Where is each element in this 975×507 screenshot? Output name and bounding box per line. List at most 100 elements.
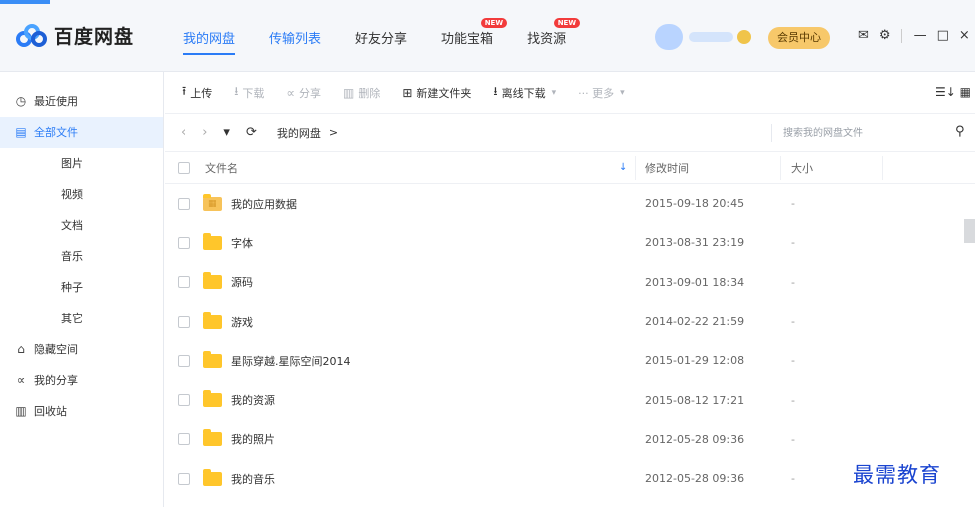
nav-tab-1[interactable]: 传输列表 — [269, 28, 321, 47]
file-table: 文件名 ↓ 修改时间 大小 我的应用数据 2015-09-18 20:45 - 字体 2… — [165, 152, 975, 498]
sidebar-item-recent[interactable]: ◷ 最近使用 — [0, 86, 163, 117]
share-button[interactable]: ∝ 分享 — [286, 85, 321, 101]
divider — [900, 28, 902, 43]
select-all-checkbox[interactable] — [178, 161, 190, 174]
sidebar-item-other[interactable]: 其它 — [0, 303, 163, 334]
user-area[interactable] — [655, 24, 751, 50]
file-name[interactable]: 源码 — [231, 274, 253, 290]
table-row[interactable]: 我的应用数据 2015-09-18 20:45 - — [165, 184, 975, 223]
search-icon[interactable]: ⚲ — [955, 124, 965, 139]
vip-center-button[interactable]: 会员中心 — [768, 27, 830, 49]
hidden-icon: ⌂ — [17, 342, 25, 356]
avatar[interactable] — [655, 24, 683, 50]
sidebar-item-label: 音乐 — [61, 250, 83, 263]
column-header-name[interactable]: 文件名 — [205, 160, 238, 176]
nav-tab-2[interactable]: 好友分享 — [355, 28, 407, 47]
file-name[interactable]: 星际穿越.星际空间2014 — [231, 353, 351, 369]
maximize-icon[interactable]: □ — [937, 28, 949, 43]
forward-arrow-icon[interactable]: › — [202, 125, 207, 140]
close-icon[interactable]: × — [959, 28, 970, 43]
recent-icon: ◷ — [15, 94, 27, 108]
file-name[interactable]: 我的资源 — [231, 392, 275, 408]
divider — [771, 124, 772, 142]
column-header-size[interactable]: 大小 — [791, 160, 813, 176]
column-header-time[interactable]: 修改时间 — [645, 160, 689, 176]
modified-time: 2015-08-12 17:21 — [645, 393, 745, 407]
delete-button[interactable]: ▥ 删除 — [343, 85, 380, 101]
username-blurred — [689, 32, 733, 42]
modified-time: 2015-09-18 20:45 — [645, 197, 745, 211]
sidebar-item-label: 全部文件 — [34, 126, 78, 139]
row-checkbox[interactable] — [178, 394, 190, 407]
search-input[interactable] — [783, 124, 953, 142]
minimize-icon[interactable]: — — [914, 28, 927, 43]
nav-tab-label: 我的网盘 — [183, 32, 236, 47]
file-size: - — [791, 432, 795, 446]
file-name[interactable]: 我的照片 — [231, 431, 275, 447]
trash-icon: ▥ — [15, 404, 27, 418]
table-row[interactable]: 字体 2013-08-31 23:19 - — [165, 223, 975, 262]
offline-download-button[interactable]: ⭳ 离线下载 ▾ — [493, 82, 556, 103]
sort-arrow-icon[interactable]: ↓ — [619, 162, 627, 173]
table-row[interactable]: 我的照片 2012-05-28 09:36 - — [165, 420, 975, 459]
nav-tab-3[interactable]: 功能宝箱 NEW — [441, 18, 508, 47]
breadcrumb[interactable]: 我的网盘 — [277, 125, 321, 141]
sidebar: ◷ 最近使用 ▤ 全部文件 图片 视频文档音乐种子其它 ⌂ 隐藏空间 ∝ 我的分享 ▥ 回收站 — [0, 72, 164, 507]
sidebar-item-all[interactable]: ▤ 全部文件 — [0, 117, 163, 148]
table-row[interactable]: 星际穿越.星际空间2014 2015-01-29 12:08 - — [165, 341, 975, 380]
file-size: - — [791, 354, 795, 368]
sidebar-item-torrents[interactable]: 种子 — [0, 272, 163, 303]
file-name[interactable]: 游戏 — [231, 314, 253, 330]
sidebar-item-hidden[interactable]: ⌂ 隐藏空间 — [0, 334, 163, 365]
refresh-icon[interactable]: ⟳ — [246, 125, 257, 140]
sidebar-item-music[interactable]: 音乐 — [0, 241, 163, 272]
table-row[interactable]: 我的资源 2015-08-12 17:21 - — [165, 380, 975, 419]
nav-tab-label: 传输列表 — [269, 32, 322, 47]
row-checkbox[interactable] — [178, 236, 190, 249]
view-toggle-icon[interactable]: ☰↓ ▦ — [935, 85, 971, 99]
row-checkbox[interactable] — [178, 276, 190, 289]
modified-time: 2012-05-28 09:36 — [645, 472, 745, 486]
sidebar-item-videos[interactable]: 视频 — [0, 179, 163, 210]
folder-icon — [203, 429, 222, 447]
sidebar-item-label: 回收站 — [34, 405, 67, 418]
nav-tab-label: 找资源 — [527, 32, 567, 47]
row-checkbox[interactable] — [178, 354, 190, 367]
modified-time: 2012-05-28 09:36 — [645, 432, 745, 446]
nav-tab-4[interactable]: 找资源 NEW — [527, 18, 581, 47]
row-checkbox[interactable] — [178, 433, 190, 446]
scrollbar[interactable] — [964, 219, 975, 243]
file-size: - — [791, 315, 795, 329]
file-size: - — [791, 472, 795, 486]
shares-icon: ∝ — [16, 373, 26, 387]
upload-button[interactable]: ⭱ 上传 — [182, 82, 212, 103]
file-name[interactable]: 我的应用数据 — [231, 196, 297, 212]
row-checkbox[interactable] — [178, 197, 190, 210]
settings-gear-icon[interactable]: ⚙ — [879, 28, 891, 43]
file-name[interactable]: 我的音乐 — [231, 471, 275, 487]
new-folder-button[interactable]: ⊞ 新建文件夹 — [402, 85, 471, 101]
history-dropdown-icon[interactable]: ▾ — [223, 125, 230, 140]
sidebar-item-label: 种子 — [61, 281, 83, 294]
table-row[interactable]: 游戏 2014-02-22 21:59 - — [165, 302, 975, 341]
sidebar-item-docs[interactable]: 文档 — [0, 210, 163, 241]
offline-download-icon: ⭳ — [493, 84, 498, 98]
download-button[interactable]: ⭳ 下载 — [234, 82, 264, 103]
app-logo[interactable]: 百度网盘 — [16, 22, 134, 49]
row-checkbox[interactable] — [178, 472, 190, 485]
sidebar-item-pictures[interactable]: 图片 — [0, 148, 163, 179]
folder-icon — [203, 311, 222, 329]
sidebar-item-label: 文档 — [61, 219, 83, 232]
back-arrow-icon[interactable]: ‹ — [181, 125, 186, 140]
mail-icon[interactable]: ✉ — [858, 28, 869, 43]
sidebar-item-shares[interactable]: ∝ 我的分享 — [0, 365, 163, 396]
nav-tab-0[interactable]: 我的网盘 — [183, 28, 236, 55]
more-button[interactable]: ··· 更多 ▾ — [578, 85, 625, 101]
trash-icon: ▥ — [342, 85, 355, 100]
download-icon: ⭳ — [234, 84, 239, 98]
sidebar-item-trash[interactable]: ▥ 回收站 — [0, 396, 163, 427]
table-row[interactable]: 源码 2013-09-01 18:34 - — [165, 263, 975, 302]
file-rows: 我的应用数据 2015-09-18 20:45 - 字体 2013-08-31 23:1… — [165, 184, 975, 498]
row-checkbox[interactable] — [178, 315, 190, 328]
file-name[interactable]: 字体 — [231, 235, 253, 251]
